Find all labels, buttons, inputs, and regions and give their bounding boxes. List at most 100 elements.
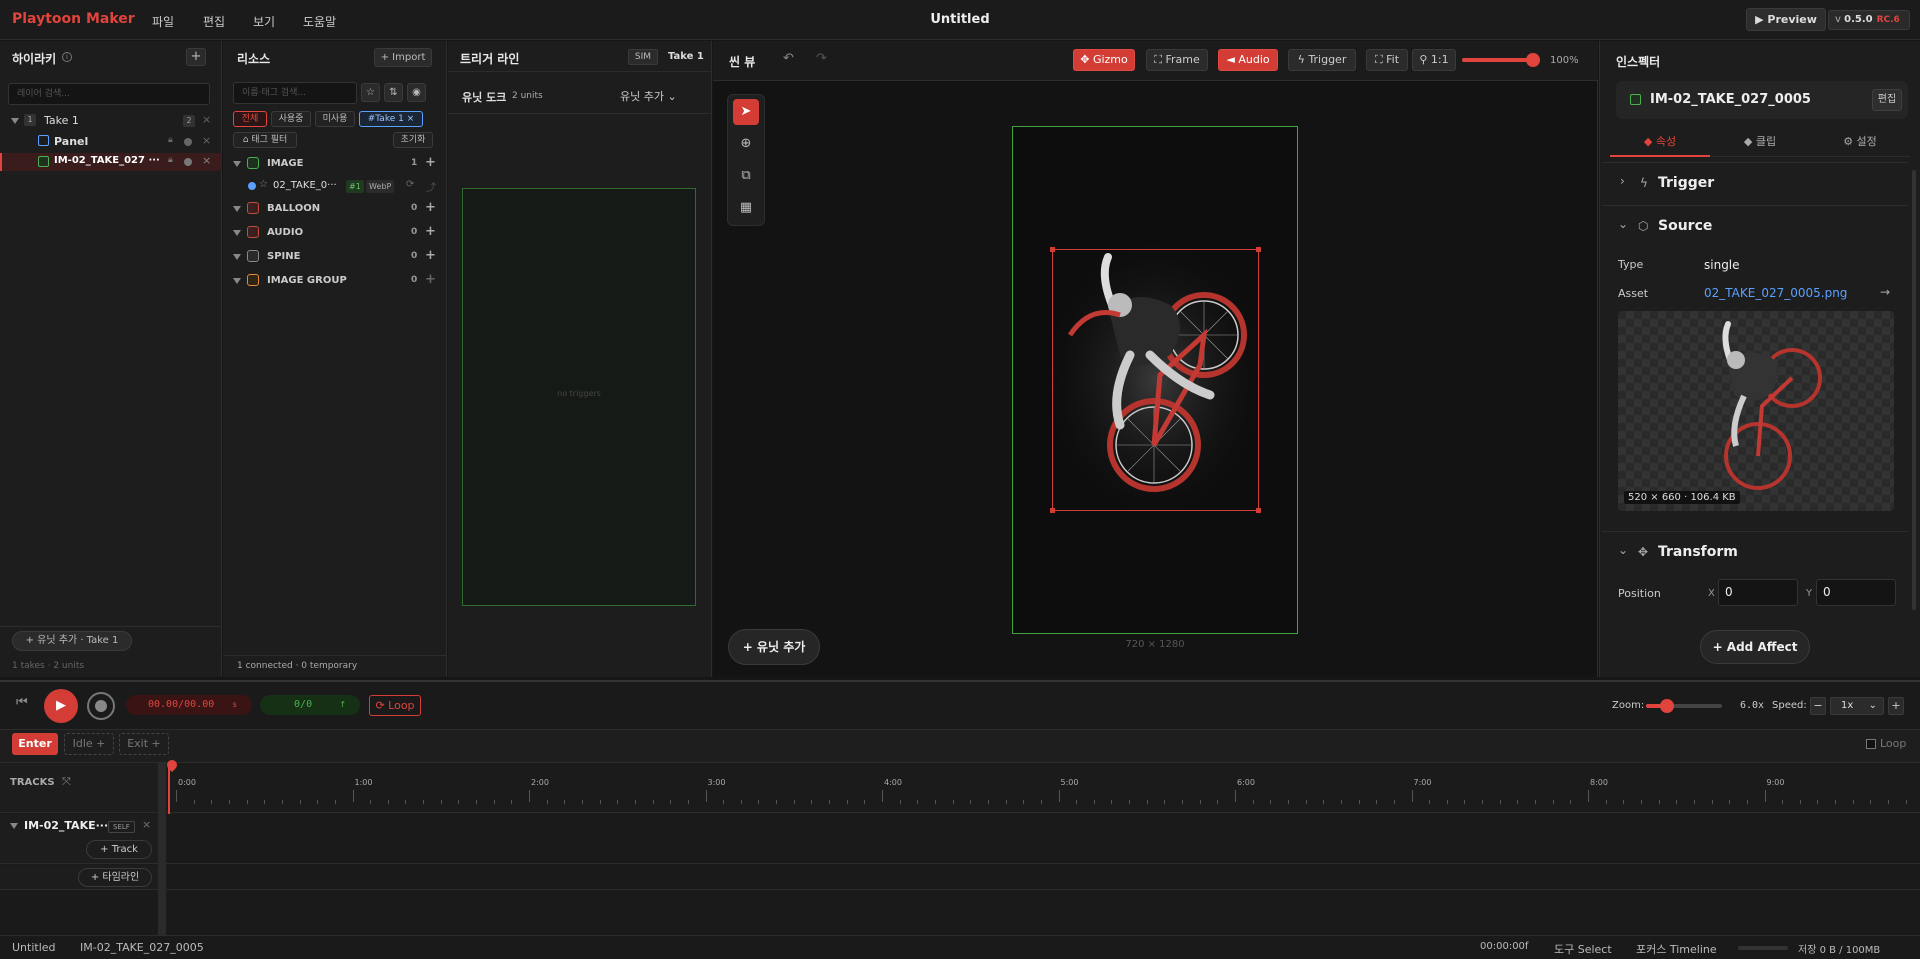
- transform-tool-icon[interactable]: ⧉: [733, 163, 759, 189]
- import-button[interactable]: + Import: [374, 48, 432, 67]
- scene-add-unit-button[interactable]: + 유닛 추가: [728, 629, 820, 665]
- gizmo-toggle[interactable]: ✥ Gizmo: [1073, 49, 1135, 71]
- add-icon[interactable]: +: [425, 272, 436, 287]
- resize-handle[interactable]: [1050, 508, 1055, 513]
- grid-tool-icon[interactable]: ▦: [733, 195, 759, 221]
- ratio-button[interactable]: ⚲ 1:1: [1412, 49, 1456, 71]
- speed-increase-button[interactable]: +: [1888, 697, 1904, 715]
- record-button[interactable]: [87, 692, 115, 720]
- close-icon[interactable]: ×: [202, 113, 211, 126]
- collapse-icon[interactable]: ⤧: [62, 775, 71, 789]
- tab-settings[interactable]: ⚙ 설정: [1810, 129, 1910, 157]
- menu-file[interactable]: 파일: [152, 13, 174, 30]
- star-icon[interactable]: ☆: [361, 83, 380, 102]
- position-x-input[interactable]: 0: [1718, 579, 1798, 606]
- resize-handle[interactable]: [1256, 247, 1261, 252]
- tab-properties[interactable]: ◆ 속성: [1610, 129, 1710, 157]
- frame-toggle[interactable]: ⛶ Frame: [1146, 49, 1208, 71]
- inspector-scrollbar[interactable]: [1912, 170, 1916, 610]
- add-take-button[interactable]: +: [186, 48, 206, 66]
- chevron-down-icon[interactable]: ⌄: [1618, 217, 1628, 231]
- chevron-down-icon[interactable]: [233, 278, 241, 284]
- take-row[interactable]: 1 Take 1 2 ×: [0, 112, 222, 130]
- lock-icon[interactable]: 🔒︎: [168, 135, 173, 145]
- add-icon[interactable]: +: [425, 248, 436, 263]
- add-affect-button[interactable]: + Add Affect: [1700, 630, 1810, 664]
- chevron-down-icon[interactable]: [11, 118, 19, 124]
- category-balloon[interactable]: BALLOON 0 +: [223, 200, 436, 218]
- filter-used[interactable]: 사용중: [271, 111, 311, 127]
- timeline-lane[interactable]: [166, 865, 1920, 890]
- add-icon[interactable]: +: [425, 155, 436, 170]
- lock-icon[interactable]: 🔒︎: [168, 155, 173, 165]
- position-y-input[interactable]: 0: [1816, 579, 1896, 606]
- layer-row-image-selected[interactable]: IM-02_TAKE_027 ··· 🔒︎ ×: [0, 153, 222, 171]
- layer-row-panel[interactable]: Panel 🔒︎ ×: [0, 133, 222, 151]
- reset-button[interactable]: 초기화: [393, 132, 433, 148]
- loop-checkbox[interactable]: [1866, 739, 1876, 749]
- audio-toggle[interactable]: ◄ Audio: [1218, 49, 1278, 71]
- menu-view[interactable]: 보기: [253, 13, 275, 30]
- trigger-drop-zone[interactable]: no triggers: [462, 188, 696, 606]
- section-transform[interactable]: ⌄ ✥ Transform: [1602, 531, 1908, 573]
- layer-search-input[interactable]: 레이어 검색...: [8, 83, 210, 105]
- tag-filter-button[interactable]: ⌂ 태그 필터: [233, 132, 297, 148]
- resource-search-input[interactable]: 이름·태그 검색...: [233, 82, 357, 104]
- tab-clips[interactable]: ◆ 클립: [1710, 129, 1810, 157]
- track-lane[interactable]: [166, 814, 1920, 864]
- asset-link[interactable]: 02_TAKE_027_0005.png: [1704, 286, 1847, 300]
- info-icon[interactable]: i: [62, 52, 72, 62]
- resource-item[interactable]: ☆ 02_TAKE_0··· #1 WebP ⟳ ⤴: [246, 178, 446, 196]
- add-timeline-button[interactable]: + 타임라인: [78, 868, 152, 887]
- chevron-down-icon[interactable]: ⌄: [1618, 543, 1628, 557]
- category-image-group[interactable]: IMAGE GROUP 0 +: [223, 272, 436, 290]
- menu-help[interactable]: 도움말: [303, 13, 336, 30]
- slider-knob[interactable]: [1526, 53, 1540, 67]
- time-ruler[interactable]: [166, 763, 1920, 813]
- filter-take-tag[interactable]: #Take 1 ×: [359, 111, 423, 127]
- close-icon[interactable]: ×: [202, 154, 211, 167]
- phase-idle[interactable]: Idle +: [64, 733, 114, 755]
- resize-handle[interactable]: [1256, 508, 1261, 513]
- loop-button[interactable]: ⟳ Loop: [369, 695, 421, 716]
- chevron-down-icon[interactable]: [10, 823, 18, 829]
- crosshair-tool-icon[interactable]: ⊕: [733, 131, 759, 157]
- link-icon[interactable]: ⤴: [426, 179, 436, 194]
- arrow-right-icon[interactable]: →: [1880, 285, 1890, 299]
- chevron-down-icon[interactable]: [233, 254, 241, 260]
- add-icon[interactable]: +: [425, 224, 436, 239]
- add-unit-dropdown[interactable]: 유닛 추가 ⌄: [620, 88, 677, 104]
- trigger-toggle[interactable]: ϟ Trigger: [1288, 49, 1356, 71]
- play-button[interactable]: ▶: [44, 689, 78, 723]
- close-icon[interactable]: ×: [142, 818, 151, 831]
- section-trigger[interactable]: › ϟ Trigger: [1602, 162, 1908, 204]
- selection-box[interactable]: [1050, 247, 1261, 513]
- chevron-right-icon[interactable]: ›: [1620, 174, 1625, 188]
- resize-handle[interactable]: [1050, 247, 1055, 252]
- timeline-zoom-slider[interactable]: [1646, 699, 1722, 713]
- filter-unused[interactable]: 미사용: [315, 111, 355, 127]
- filter-all[interactable]: 전체: [233, 111, 267, 127]
- add-track-button[interactable]: + Track: [86, 840, 152, 859]
- track-splitter[interactable]: [158, 763, 166, 935]
- chevron-down-icon[interactable]: [233, 161, 241, 167]
- phase-exit[interactable]: Exit +: [119, 733, 169, 755]
- phase-enter[interactable]: Enter: [12, 733, 58, 755]
- fit-button[interactable]: ⛶ Fit: [1366, 49, 1408, 71]
- chevron-down-icon[interactable]: [233, 230, 241, 236]
- sim-button[interactable]: SIM: [628, 49, 658, 65]
- select-tool-icon[interactable]: ➤: [733, 99, 759, 125]
- refresh-icon[interactable]: ⟳: [406, 179, 414, 190]
- sort-icon[interactable]: ⇅: [384, 83, 403, 102]
- speed-select[interactable]: 1x ⌄: [1830, 697, 1884, 715]
- slider-knob[interactable]: [1660, 699, 1674, 713]
- close-icon[interactable]: ×: [202, 134, 211, 147]
- add-icon[interactable]: +: [425, 200, 436, 215]
- edit-button[interactable]: 편집: [1872, 89, 1902, 111]
- eye-icon[interactable]: ◉: [407, 83, 426, 102]
- category-spine[interactable]: SPINE 0 +: [223, 248, 436, 266]
- add-unit-button[interactable]: + 유닛 추가 · Take 1: [12, 631, 132, 651]
- preview-button[interactable]: ▶ Preview: [1746, 8, 1826, 31]
- section-source[interactable]: ⌄ ⬡ Source: [1602, 205, 1908, 247]
- category-image[interactable]: IMAGE 1 +: [223, 155, 436, 173]
